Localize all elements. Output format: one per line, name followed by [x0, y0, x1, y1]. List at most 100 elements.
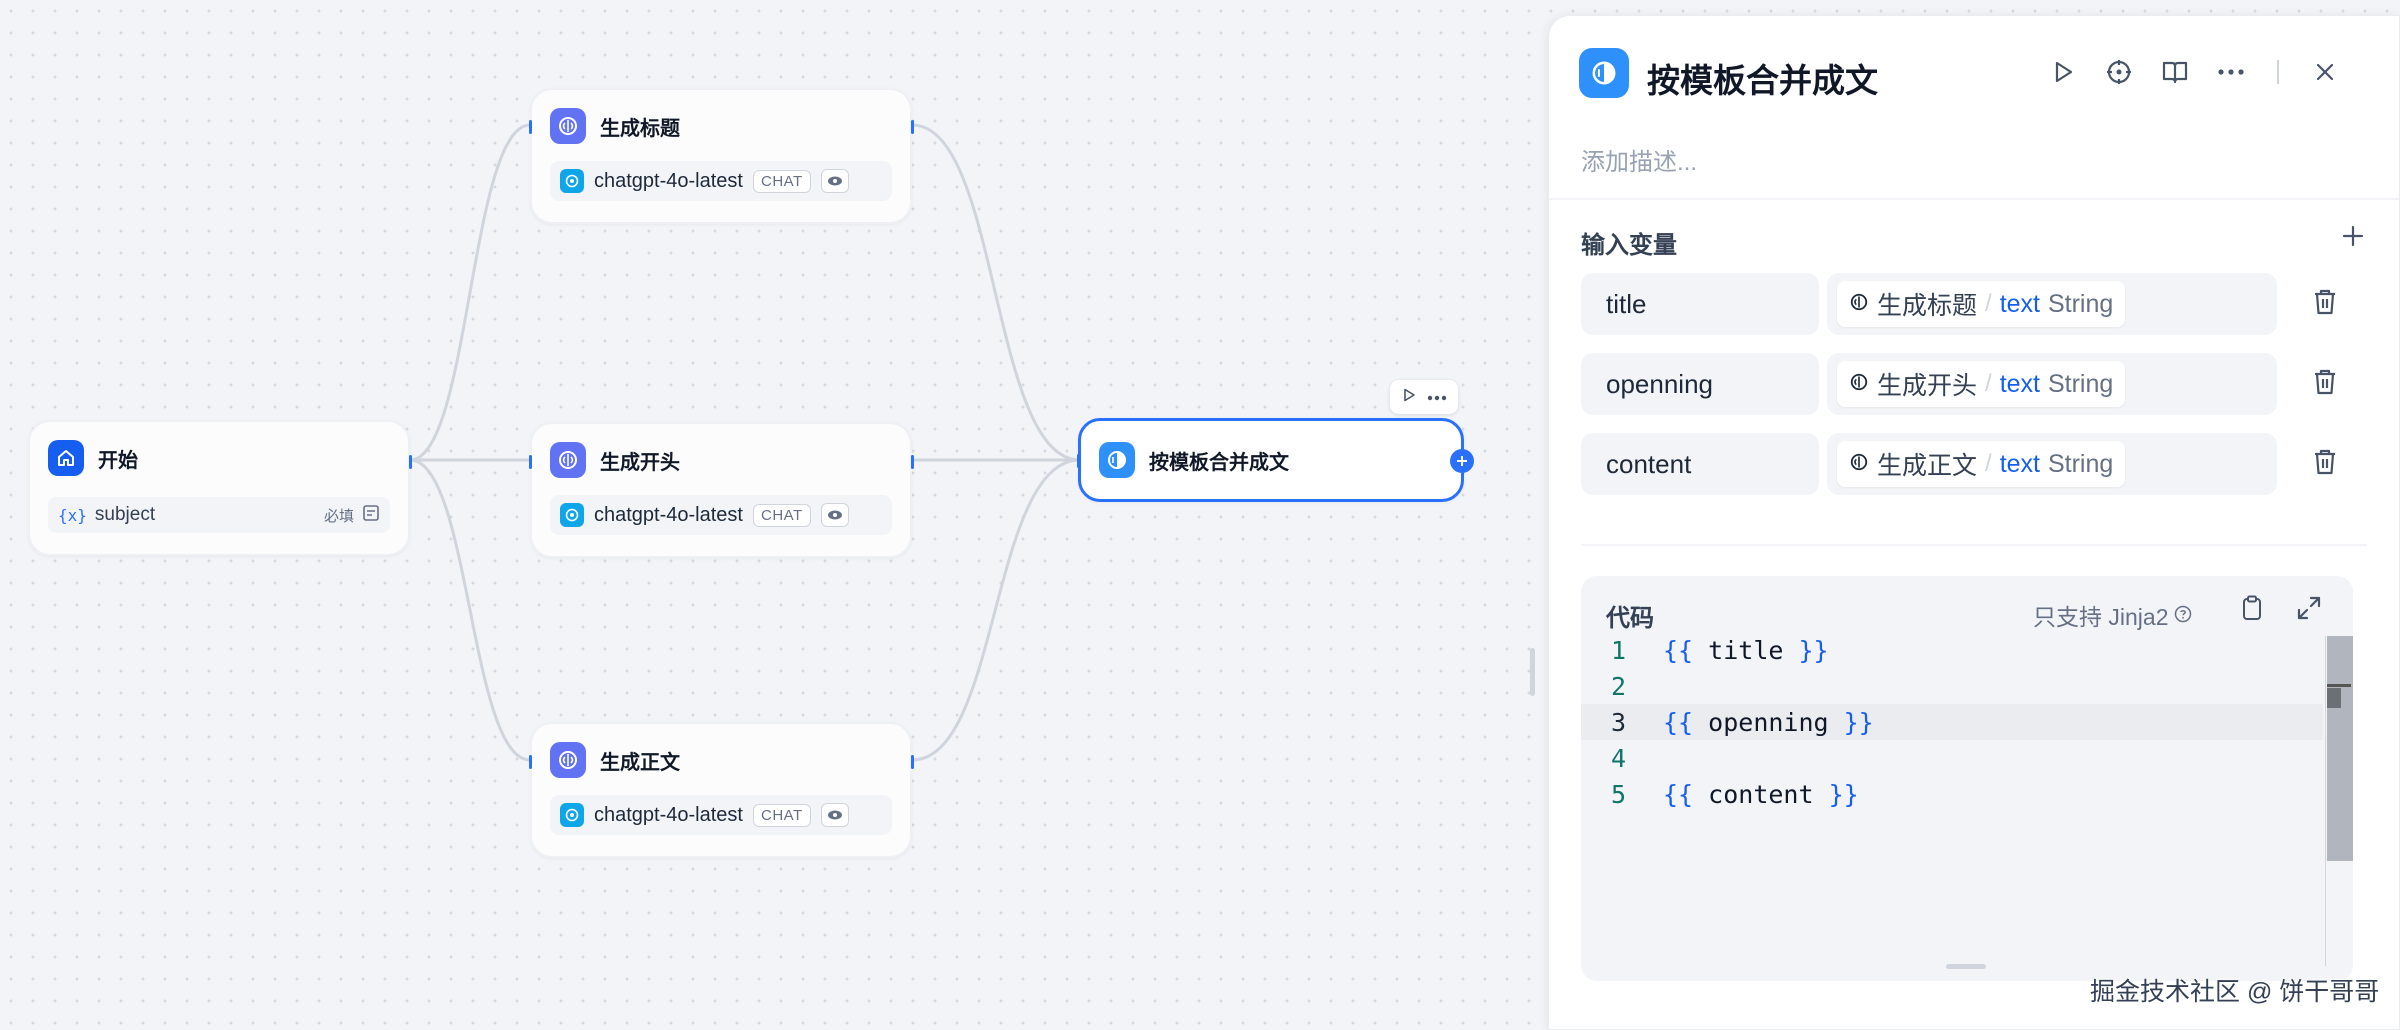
input-handle[interactable] [529, 455, 532, 469]
output-handle[interactable] [911, 755, 914, 769]
output-handle[interactable] [911, 455, 914, 469]
edge-body-template [911, 458, 1081, 762]
separator: / [1985, 290, 1992, 317]
node-title: 开始 [98, 449, 138, 472]
node-title: 生成正文 [600, 751, 680, 774]
model-row[interactable]: chatgpt-4o-latest CHAT [550, 795, 892, 835]
variable-source-selector[interactable]: 生成标题 / text String [1827, 273, 2277, 335]
variable-source-selector[interactable]: 生成开头 / text String [1827, 353, 2277, 415]
variable-name-field[interactable]: title [1581, 273, 1819, 335]
code-text: {{ content }} [1663, 779, 1859, 809]
code-line-active: 3 {{ openning }} [1581, 704, 2323, 740]
source-variable: text [1999, 289, 2040, 318]
llm-node-body[interactable]: 生成正文 chatgpt-4o-latest CHAT [529, 722, 914, 858]
source-variable: text [1999, 449, 2040, 478]
template-node[interactable]: 按模板合并成文 [1077, 418, 1474, 502]
panel-resize-handle[interactable] [1530, 648, 1535, 696]
line-number: 5 [1610, 779, 1626, 809]
template-icon [1579, 48, 1629, 98]
book-icon[interactable] [2159, 56, 2191, 88]
input-handle[interactable] [529, 120, 532, 134]
edge-title-template [911, 123, 1081, 462]
panel-title[interactable]: 按模板合并成文 [1647, 54, 1878, 102]
scrollbar-thumb[interactable] [2327, 636, 2353, 861]
brain-icon [550, 742, 586, 778]
model-name: chatgpt-4o-latest [594, 169, 743, 192]
code-lines[interactable]: 1 {{ title }} 2 3 {{ openning }} 4 5 {{ … [1581, 632, 2323, 812]
variable-source-selector[interactable]: 生成正文 / text String [1827, 433, 2277, 495]
edge-start-body [409, 458, 531, 762]
code-line: 1 {{ title }} [1581, 632, 2323, 668]
add-next-node-button[interactable] [1450, 449, 1474, 473]
run-node-icon[interactable] [1401, 387, 1417, 408]
input-variable-row: openning 生成开头 / text String [1581, 353, 2341, 415]
panel-toolbar [2047, 56, 2341, 88]
trash-icon[interactable] [2311, 447, 2339, 482]
vision-icon [820, 169, 849, 193]
watermark: 掘金技术社区 @ 饼干哥哥 [2090, 978, 2380, 1006]
mode-badge: CHAT [752, 169, 811, 193]
start-variable-row[interactable]: {x} subject 必填 [48, 497, 390, 533]
input-variable-row: title 生成标题 / text String [1581, 273, 2341, 335]
model-name: chatgpt-4o-latest [594, 503, 743, 526]
input-handle[interactable] [529, 755, 532, 769]
vision-icon [820, 803, 849, 827]
source-node-name: 生成开头 [1877, 372, 1978, 400]
input-variables-heading: 输入变量 [1581, 232, 1677, 259]
brain-icon [1849, 452, 1869, 477]
node-settings-panel: 按模板合并成文 添加描述... 输入变量 title 生成标题 / text S… [1548, 15, 2400, 1030]
brain-icon [1849, 372, 1869, 397]
help-icon[interactable] [2174, 602, 2192, 629]
node-title: 按模板合并成文 [1149, 451, 1289, 474]
language-note-text: 只支持 Jinja2 [2033, 604, 2169, 630]
start-output-handle[interactable] [409, 455, 412, 469]
mode-badge: CHAT [752, 803, 811, 827]
divider [1581, 544, 2367, 546]
more-icon[interactable] [1427, 388, 1447, 406]
edge-start-title [409, 123, 531, 462]
editor-resize-handle[interactable] [1946, 964, 1986, 969]
llm-node-opening[interactable]: 生成开头 chatgpt-4o-latest CHAT [529, 422, 914, 558]
variable-name-field[interactable]: content [1581, 433, 1819, 495]
node-title: 生成开头 [600, 451, 680, 474]
workflow-canvas[interactable]: 开始 {x} subject 必填 生成标题 chatgpt-4o-latest… [0, 0, 1545, 1030]
code-editor[interactable]: 代码 只支持 Jinja2 1 {{ title }} 2 3 {{ openn… [1581, 576, 2353, 981]
required-label: 必填 [323, 507, 354, 525]
trash-icon[interactable] [2311, 287, 2339, 322]
vision-icon [820, 503, 849, 527]
add-variable-icon[interactable] [2341, 224, 2365, 253]
trash-icon[interactable] [2311, 367, 2339, 402]
source-node-name: 生成标题 [1877, 292, 1978, 320]
variable-reference-chip: 生成标题 / text String [1837, 281, 2126, 327]
source-node-name: 生成正文 [1877, 452, 1978, 480]
clipboard-icon[interactable] [2239, 594, 2265, 627]
model-row[interactable]: chatgpt-4o-latest CHAT [550, 495, 892, 535]
model-row[interactable]: chatgpt-4o-latest CHAT [550, 161, 892, 201]
divider [1549, 198, 2399, 200]
template-icon [1099, 442, 1135, 478]
more-icon[interactable] [2215, 56, 2247, 88]
close-icon[interactable] [2309, 56, 2341, 88]
mode-badge: CHAT [752, 503, 811, 527]
toolbar-divider [2277, 60, 2279, 84]
editor-scrollbar[interactable] [2325, 636, 2353, 966]
variable-reference-chip: 生成开头 / text String [1837, 361, 2126, 407]
variable-name-field[interactable]: openning [1581, 353, 1819, 415]
code-text: {{ title }} [1663, 635, 1829, 665]
play-icon[interactable] [2047, 56, 2079, 88]
variable-name: subject [94, 504, 156, 525]
line-number: 2 [1610, 671, 1626, 701]
home-icon [48, 440, 84, 476]
code-text: {{ openning }} [1663, 707, 1874, 737]
expand-icon[interactable] [2295, 594, 2323, 627]
separator: / [1985, 450, 1992, 477]
locate-icon[interactable] [2103, 56, 2135, 88]
output-handle[interactable] [911, 120, 914, 134]
variable-type: String [2047, 449, 2114, 478]
llm-node-title[interactable]: 生成标题 chatgpt-4o-latest CHAT [529, 88, 914, 224]
input-handle[interactable] [1077, 454, 1080, 468]
start-node[interactable]: 开始 {x} subject 必填 [28, 420, 412, 556]
code-label: 代码 [1606, 605, 1654, 632]
description-input[interactable]: 添加描述... [1581, 142, 1697, 177]
brain-icon [550, 108, 586, 144]
